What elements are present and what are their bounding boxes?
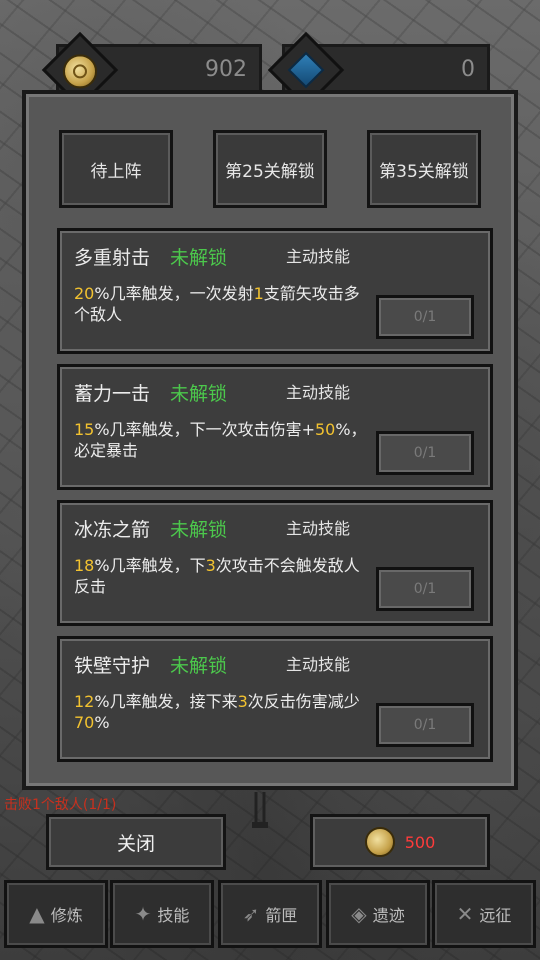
skill-progress-value: 0/1 (413, 717, 437, 733)
close-button-label: 关闭 (116, 832, 155, 855)
skill-status: 未解锁 (170, 655, 228, 677)
skill-type: 主动技能 (286, 655, 351, 674)
skill-description-value: 20 (74, 284, 95, 303)
skill-status: 未解锁 (170, 519, 228, 541)
skill-description-text: %几率触发，接下来 (94, 692, 238, 711)
nav-expedition[interactable]: ✕ 远征 (432, 880, 536, 948)
gold-amount: 902 (205, 57, 247, 82)
skill-status: 未解锁 (170, 247, 228, 269)
skill-description-value: 18 (74, 556, 95, 575)
skill-progress: 0/1 (376, 567, 474, 611)
close-button[interactable]: 关闭 (46, 814, 226, 870)
quiver-icon: ➶ (242, 902, 260, 926)
ruins-icon: ◈ (351, 902, 367, 926)
quest-text: 击败1个敌人(1/1) (4, 797, 117, 813)
skill-type: 主动技能 (286, 519, 351, 538)
tab-label: 待上阵 (90, 161, 142, 182)
nav-ruins[interactable]: ◈ 遗迹 (326, 880, 430, 948)
skill-card[interactable]: 冰冻之箭 未解锁 主动技能 18%几率触发，下3次攻击不会触发敌人反击 0/1 (57, 500, 493, 626)
skill-description: 18%几率触发，下3次攻击不会触发敌人反击 (74, 555, 374, 597)
tab-label: 第35关解锁 (379, 161, 469, 182)
skill-description-value: 3 (237, 692, 248, 711)
nav-label: 远征 (479, 906, 512, 925)
skill-progress: 0/1 (376, 431, 474, 475)
skill-description-text: %几率触发，下一次攻击伤害+ (94, 420, 315, 439)
skill-card[interactable]: 多重射击 未解锁 主动技能 20%几率触发，一次发射1支箭矢攻击多个敌人 0/1 (57, 228, 493, 354)
skill-description: 15%几率触发，下一次攻击伤害+50%，必定暴击 (74, 419, 374, 461)
campfire-icon: ▲ (29, 902, 45, 926)
tab-standby[interactable]: 待上阵 (59, 130, 173, 208)
skill-description: 20%几率触发，一次发射1支箭矢攻击多个敌人 (74, 283, 374, 325)
skill-progress: 0/1 (376, 703, 474, 747)
skill-icon: ✦ (134, 902, 152, 926)
skill-description-value: 15 (74, 420, 95, 439)
purchase-button[interactable]: 500 (310, 814, 490, 870)
skill-description-text: 次反击伤害减少 (247, 692, 360, 711)
skill-description-text: %几率触发，下 (94, 556, 206, 575)
skill-description: 12%几率触发，接下来3次反击伤害减少 70% (74, 691, 374, 733)
skill-card[interactable]: 蓄力一击 未解锁 主动技能 15%几率触发，下一次攻击伤害+50%，必定暴击 0/1 (57, 364, 493, 490)
nav-label: 技能 (157, 906, 190, 925)
gold-counter: 902 (41, 31, 262, 109)
tab-unlock-35[interactable]: 第35关解锁 (367, 130, 481, 208)
skill-name: 冰冻之箭 (74, 519, 151, 541)
skill-description-value: 3 (205, 556, 216, 575)
skill-progress-value: 0/1 (413, 581, 437, 597)
skill-type: 主动技能 (286, 247, 351, 266)
nav-label: 遗迹 (372, 906, 405, 925)
skill-description-value: 50 (314, 420, 336, 439)
price-label: 500 (404, 832, 436, 852)
skill-description-value: 1 (253, 284, 264, 303)
skill-description-text: % (94, 713, 110, 732)
coin-icon (364, 827, 395, 857)
skill-description-value: 70 (74, 713, 95, 732)
gem-counter: 0 (267, 31, 490, 109)
skill-progress-value: 0/1 (413, 445, 437, 461)
nav-quiver[interactable]: ➶ 箭匣 (218, 880, 322, 948)
skill-name: 蓄力一击 (74, 383, 151, 405)
nav-cultivate[interactable]: ▲ 修炼 (4, 880, 108, 948)
gem-amount: 0 (461, 57, 475, 82)
nav-label: 箭匣 (265, 906, 298, 925)
skill-description-text: %几率触发，一次发射 (94, 284, 254, 303)
tab-label: 第25关解锁 (225, 161, 315, 182)
skill-progress-value: 0/1 (413, 309, 437, 325)
tab-unlock-25[interactable]: 第25关解锁 (213, 130, 327, 208)
nav-skills[interactable]: ✦ 技能 (110, 880, 214, 948)
skill-name: 铁壁守护 (74, 655, 151, 677)
skill-name: 多重射击 (74, 247, 151, 269)
character-figure (244, 790, 274, 830)
skill-progress: 0/1 (376, 295, 474, 339)
skill-description-value: 12 (74, 692, 95, 711)
skill-modal: 待上阵 第25关解锁 第35关解锁 多重射击 未解锁 主动技能 20%几率触发，一次发… (22, 90, 518, 790)
skill-type: 主动技能 (286, 383, 351, 402)
skill-status: 未解锁 (170, 383, 228, 405)
expedition-icon: ✕ (456, 902, 474, 926)
skill-card[interactable]: 铁壁守护 未解锁 主动技能 12%几率触发，接下来3次反击伤害减少 70% 0/1 (57, 636, 493, 762)
nav-label: 修炼 (50, 906, 83, 925)
